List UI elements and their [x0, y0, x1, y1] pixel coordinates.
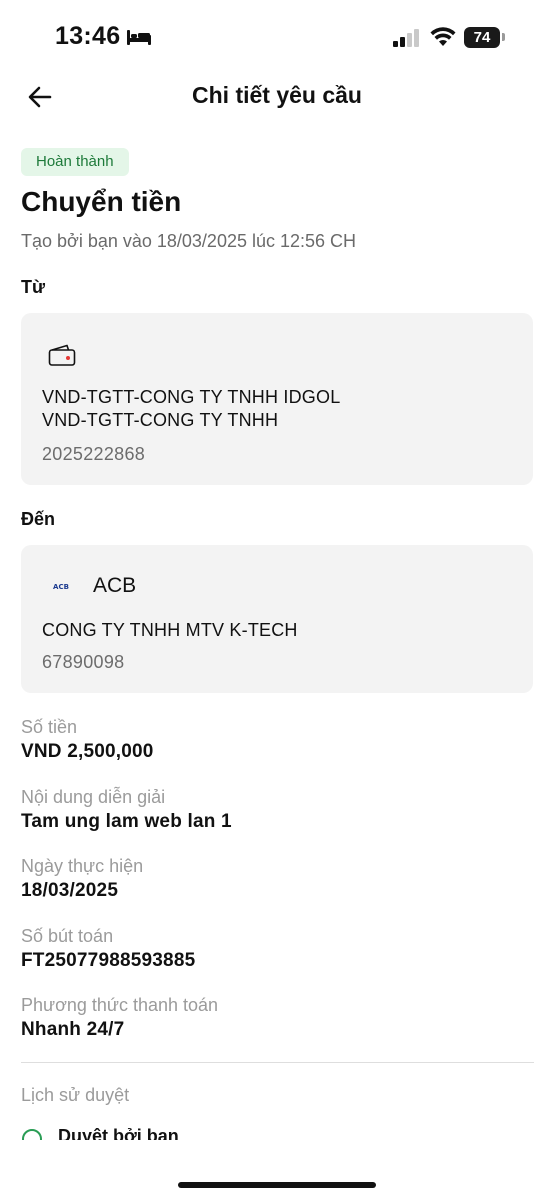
- check-circle-icon: [22, 1129, 42, 1140]
- signal-icon: [393, 29, 419, 47]
- from-label: Từ: [21, 277, 46, 297]
- beneficiary-name: CONG TY TNHH MTV K-TECH: [42, 620, 298, 640]
- to-account-card: ACB ACB CONG TY TNHH MTV K-TECH 67890098: [21, 545, 533, 693]
- request-title: Chuyển tiền: [21, 186, 182, 217]
- description-label: Nội dung diễn giải: [21, 787, 166, 807]
- home-indicator[interactable]: [178, 1182, 376, 1188]
- approval-history-label: Lịch sử duyệt: [21, 1085, 130, 1105]
- to-label: Đến: [21, 509, 56, 529]
- payment-method-label: Phương thức thanh toán: [21, 995, 219, 1015]
- status-badge: Hoàn thành: [21, 148, 129, 176]
- created-info: Tạo bởi bạn vào 18/03/2025 lúc 12:56 CH: [21, 231, 357, 251]
- bank-name: ACB: [93, 574, 137, 597]
- battery-icon: 74: [464, 27, 500, 48]
- from-account-line1: VND-TGTT-CONG TY TNHH IDGOL: [42, 387, 341, 407]
- header: Chi tiết yêu cầu: [0, 70, 554, 124]
- status-bar: 13:46 74: [0, 0, 554, 76]
- execution-date-label: Ngày thực hiện: [21, 856, 144, 876]
- history-item-text: Duyệt bởi bạn: [58, 1126, 179, 1140]
- status-time: 13:46: [55, 22, 121, 50]
- page-title: Chi tiết yêu cầu: [192, 82, 362, 108]
- from-account-number: 2025222868: [42, 444, 146, 464]
- transaction-ref-value: FT25077988593885: [21, 950, 196, 971]
- amount-value: VND 2,500,000: [21, 741, 154, 762]
- payment-method-value: Nhanh 24/7: [21, 1019, 125, 1040]
- amount-label: Số tiền: [21, 717, 78, 737]
- from-account-card: VND-TGTT-CONG TY TNHH IDGOL VND-TGTT-CON…: [21, 313, 533, 485]
- description-value: Tam ung lam web lan 1: [21, 811, 232, 832]
- execution-date-value: 18/03/2025: [21, 880, 119, 901]
- history-item: Duyệt bởi bạn: [21, 1126, 541, 1140]
- wallet-dot: [66, 356, 70, 360]
- acb-logo: ACB: [53, 583, 69, 591]
- transaction-ref-label: Số bút toán: [21, 926, 114, 946]
- bed-icon: [127, 30, 151, 45]
- divider: [21, 1062, 534, 1063]
- to-account-number: 67890098: [42, 652, 125, 672]
- wifi-icon: [430, 27, 456, 46]
- battery-cap: [502, 33, 505, 41]
- wallet-icon: [48, 344, 76, 366]
- from-account-line2: VND-TGTT-CONG TY TNHH: [42, 410, 279, 430]
